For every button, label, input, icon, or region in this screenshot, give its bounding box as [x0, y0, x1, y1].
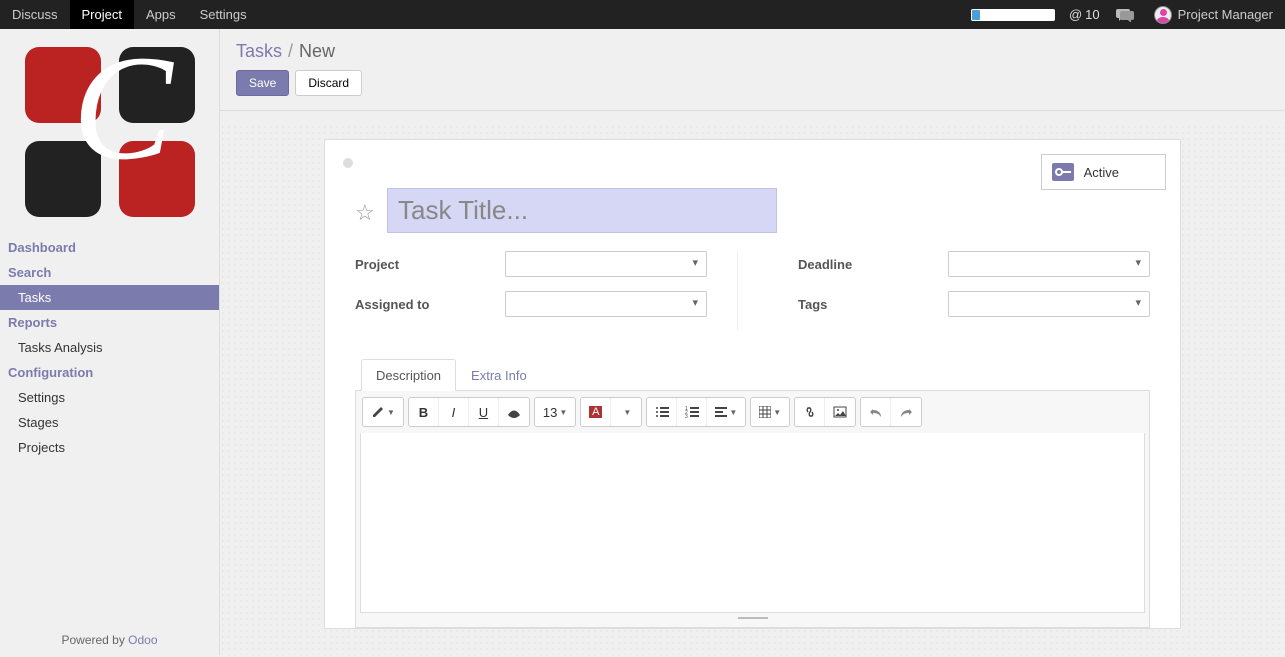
tags-select[interactable] — [948, 291, 1150, 317]
at-icon: @ — [1069, 7, 1082, 22]
underline-button[interactable]: U — [469, 398, 499, 426]
font-size-dropdown[interactable]: 13▼ — [535, 398, 575, 426]
status-label: Active — [1084, 165, 1119, 180]
font-color-dropdown[interactable]: ▼ — [611, 398, 641, 426]
breadcrumb-sep: / — [288, 41, 293, 62]
priority-star-icon[interactable]: ☆ — [355, 200, 377, 222]
task-title-input[interactable] — [387, 188, 777, 233]
breadcrumb: Tasks / New — [220, 29, 1285, 66]
nav-settings[interactable]: Settings — [188, 0, 259, 29]
label-deadline: Deadline — [798, 257, 948, 272]
discard-button[interactable]: Discard — [295, 70, 362, 96]
form-sheet: Active ☆ Project Assigned to — [324, 139, 1181, 629]
status-active-button[interactable]: Active — [1041, 154, 1166, 190]
rich-text-editor: ▼ B I U 13▼ A ▼ — [355, 390, 1150, 628]
svg-text:3: 3 — [685, 414, 688, 418]
italic-button[interactable]: I — [439, 398, 469, 426]
archive-icon — [1052, 163, 1074, 181]
assigned-to-select[interactable] — [505, 291, 707, 317]
sidebar-dashboard[interactable]: Dashboard — [0, 235, 219, 260]
top-navbar: Discuss Project Apps Settings @ 10 Proje… — [0, 0, 1285, 29]
mention-count: 10 — [1085, 7, 1099, 22]
save-button[interactable]: Save — [236, 70, 289, 96]
kanban-color-dot[interactable] — [343, 158, 353, 168]
sidebar-item-tasks[interactable]: Tasks — [0, 285, 219, 310]
bold-button[interactable]: B — [409, 398, 439, 426]
user-menu[interactable]: Project Manager — [1142, 0, 1285, 29]
redo-button[interactable] — [891, 398, 921, 426]
nav-discuss[interactable]: Discuss — [0, 0, 70, 29]
breadcrumb-current: New — [299, 41, 335, 62]
link-button[interactable] — [795, 398, 825, 426]
project-select[interactable] — [505, 251, 707, 277]
table-dropdown[interactable]: ▼ — [751, 398, 789, 426]
odoo-link[interactable]: Odoo — [128, 633, 157, 647]
sidebar-item-settings[interactable]: Settings — [0, 385, 219, 410]
avatar — [1154, 6, 1172, 24]
sidebar-footer: Powered by Odoo — [0, 625, 219, 655]
breadcrumb-parent[interactable]: Tasks — [236, 41, 282, 62]
ordered-list-button[interactable]: 123 — [677, 398, 707, 426]
sidebar-menu: Dashboard Search Tasks Reports Tasks Ana… — [0, 235, 219, 460]
logo: C — [0, 29, 219, 235]
image-button[interactable] — [825, 398, 855, 426]
style-dropdown[interactable]: ▼ — [363, 398, 403, 426]
deadline-select[interactable] — [948, 251, 1150, 277]
label-project: Project — [355, 257, 505, 272]
paragraph-dropdown[interactable]: ▼ — [707, 398, 745, 426]
sidebar: C Dashboard Search Tasks Reports Tasks A… — [0, 29, 220, 655]
editor-resize-handle[interactable] — [360, 613, 1145, 623]
chat-icon[interactable] — [1108, 0, 1142, 29]
undo-button[interactable] — [861, 398, 891, 426]
sidebar-item-stages[interactable]: Stages — [0, 410, 219, 435]
editor-content-area[interactable] — [360, 433, 1145, 613]
tab-extra-info[interactable]: Extra Info — [456, 359, 542, 391]
sidebar-item-projects[interactable]: Projects — [0, 435, 219, 460]
unordered-list-button[interactable] — [647, 398, 677, 426]
sidebar-search[interactable]: Search — [0, 260, 219, 285]
tabs: Description Extra Info — [355, 359, 1150, 391]
sidebar-item-tasks-analysis[interactable]: Tasks Analysis — [0, 335, 219, 360]
sidebar-reports[interactable]: Reports — [0, 310, 219, 335]
label-assigned: Assigned to — [355, 297, 505, 312]
sidebar-configuration[interactable]: Configuration — [0, 360, 219, 385]
font-color-button[interactable]: A — [581, 398, 611, 426]
editor-toolbar: ▼ B I U 13▼ A ▼ — [360, 395, 1145, 429]
progress-indicator — [971, 9, 1055, 21]
action-buttons: Save Discard — [220, 66, 1285, 111]
mention-counter[interactable]: @ 10 — [1061, 0, 1108, 29]
tab-description[interactable]: Description — [361, 359, 456, 391]
clear-format-button[interactable] — [499, 398, 529, 426]
label-tags: Tags — [798, 297, 948, 312]
user-name: Project Manager — [1178, 7, 1273, 22]
main-area: Tasks / New Save Discard Active ☆ — [220, 29, 1285, 655]
